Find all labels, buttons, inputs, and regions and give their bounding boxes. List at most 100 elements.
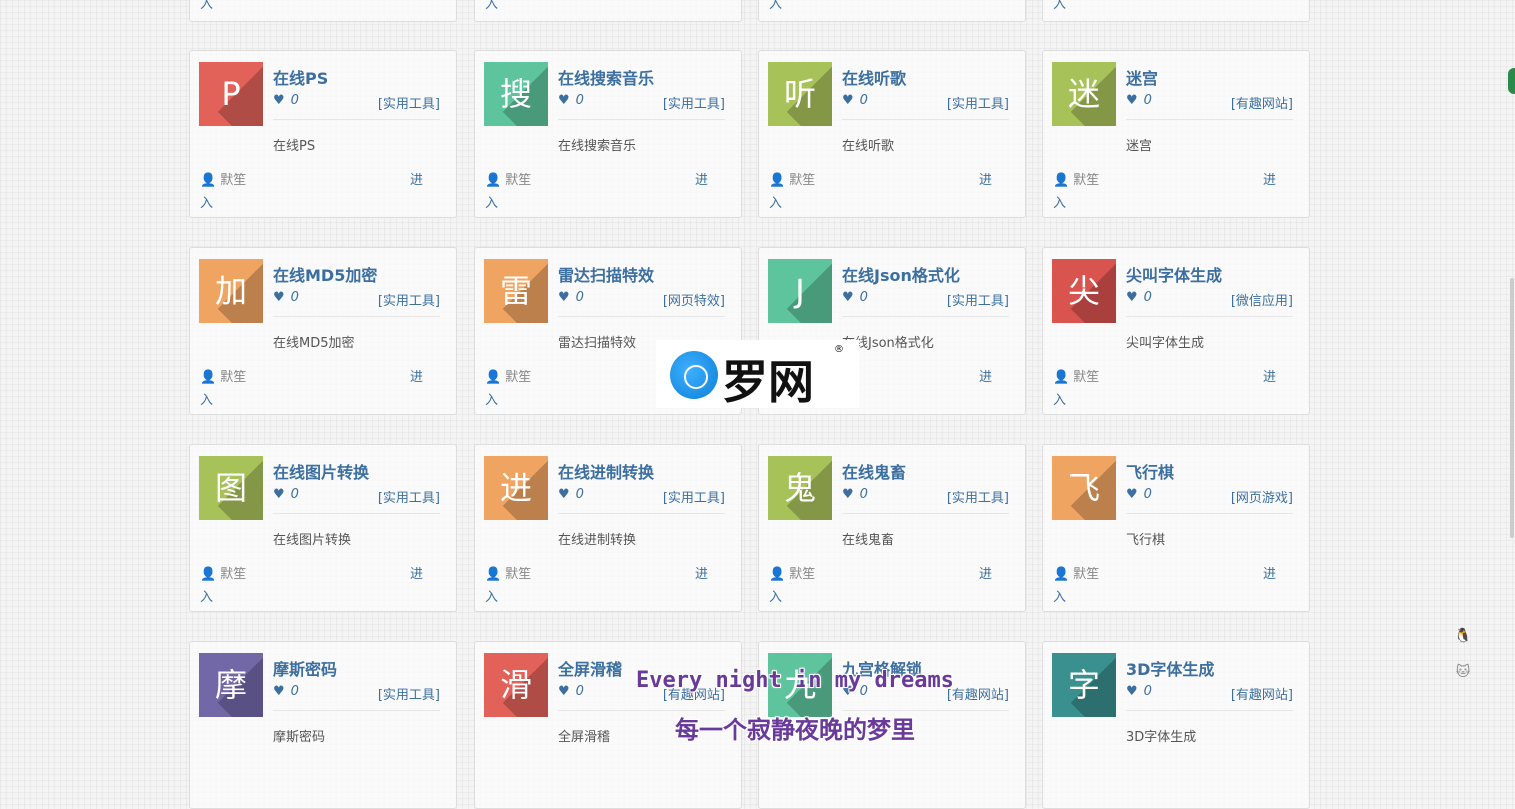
card-title[interactable]: 在线进制转换	[558, 459, 654, 483]
enter-link[interactable]: 进	[695, 169, 708, 188]
category-link[interactable]: [有趣网站]	[1231, 93, 1293, 112]
heart-icon: ♥	[842, 290, 854, 305]
thumbnail-letter: 九	[783, 666, 816, 704]
enter-link[interactable]: 入	[200, 0, 213, 12]
enter-link[interactable]: 入	[769, 0, 782, 12]
tool-card[interactable]: 尖尖叫字体生成 ♥ 0 [微信应用] 尖叫字体生成 👤 默笙进入	[1042, 247, 1310, 415]
card-thumbnail[interactable]: 尖	[1052, 259, 1116, 323]
tool-card[interactable]: 图在线图片转换 ♥ 0 [实用工具] 在线图片转换 👤 默笙进入	[189, 444, 457, 612]
category-link[interactable]: [实用工具]	[378, 290, 440, 309]
card-description: 雷达扫描特效	[558, 336, 637, 351]
enter-link[interactable]: 进	[410, 563, 423, 582]
enter-link[interactable]: 入	[1053, 586, 1066, 605]
likes-count[interactable]: ♥ 0	[558, 93, 584, 108]
enter-link[interactable]: 进	[1263, 169, 1276, 188]
tool-card-partial[interactable]: 入	[1042, 0, 1310, 22]
tool-card[interactable]: 迷迷宫 ♥ 0 [有趣网站] 迷宫 👤 默笙进入	[1042, 50, 1310, 218]
enter-link[interactable]: 入	[769, 586, 782, 605]
enter-link[interactable]: 进	[979, 169, 992, 188]
card-thumbnail[interactable]: 飞	[1052, 456, 1116, 520]
card-title[interactable]: 在线图片转换	[273, 459, 369, 483]
qq-icon[interactable]: 🐧	[1454, 628, 1472, 646]
enter-link[interactable]: 进	[979, 366, 992, 385]
card-thumbnail[interactable]: 迷	[1052, 62, 1116, 126]
card-title[interactable]: 在线鬼畜	[842, 459, 906, 483]
likes-count[interactable]: ♥ 0	[273, 93, 299, 108]
category-link[interactable]: [实用工具]	[947, 290, 1009, 309]
category-link[interactable]: [实用工具]	[947, 487, 1009, 506]
enter-link[interactable]: 进	[1263, 563, 1276, 582]
tool-card[interactable]: 搜在线搜索音乐 ♥ 0 [实用工具] 在线搜索音乐 👤 默笙进入	[474, 50, 742, 218]
card-title[interactable]: 迷宫	[1126, 65, 1158, 89]
card-thumbnail[interactable]: P	[199, 62, 263, 126]
tool-card[interactable]: 飞飞行棋 ♥ 0 [网页游戏] 飞行棋 👤 默笙进入	[1042, 444, 1310, 612]
category-link[interactable]: [实用工具]	[663, 93, 725, 112]
likes-count[interactable]: ♥ 0	[273, 487, 299, 502]
tool-card[interactable]: 加在线MD5加密 ♥ 0 [实用工具] 在线MD5加密 👤 默笙进入	[189, 247, 457, 415]
card-title[interactable]: 在线搜索音乐	[558, 65, 654, 89]
enter-link[interactable]: 入	[1053, 0, 1066, 12]
author-name: 默笙	[220, 567, 247, 582]
card-thumbnail[interactable]: 进	[484, 456, 548, 520]
card-title[interactable]: 在线Json格式化	[842, 262, 960, 286]
card-title[interactable]: 在线听歌	[842, 65, 906, 89]
card-thumbnail[interactable]: 图	[199, 456, 263, 520]
card-thumbnail[interactable]: 雷	[484, 259, 548, 323]
enter-link[interactable]: 入	[485, 192, 498, 211]
category-link[interactable]: [实用工具]	[378, 487, 440, 506]
enter-link[interactable]: 入	[485, 0, 498, 12]
card-thumbnail[interactable]: 听	[768, 62, 832, 126]
card-title[interactable]: 在线MD5加密	[273, 262, 377, 286]
github-icon[interactable]: 🐱	[1454, 664, 1472, 682]
enter-link[interactable]: 进	[695, 563, 708, 582]
likes-value: 0	[1143, 487, 1152, 502]
tool-card[interactable]: 听在线听歌 ♥ 0 [实用工具] 在线听歌 👤 默笙进入	[758, 50, 1026, 218]
likes-count[interactable]: ♥ 0	[842, 290, 868, 305]
category-link[interactable]: [微信应用]	[1231, 290, 1293, 309]
likes-count[interactable]: ♥ 0	[558, 487, 584, 502]
edge-badge[interactable]	[1508, 68, 1515, 94]
likes-count[interactable]: ♥ 0	[273, 290, 299, 305]
category-link[interactable]: [网页特效]	[663, 290, 725, 309]
tool-card-partial[interactable]: 入	[474, 0, 742, 22]
likes-count[interactable]: ♥ 0	[842, 93, 868, 108]
likes-count[interactable]: ♥ 0	[1126, 290, 1152, 305]
card-title[interactable]: 尖叫字体生成	[1126, 262, 1222, 286]
enter-link[interactable]: 入	[200, 389, 213, 408]
card-thumbnail[interactable]: 鬼	[768, 456, 832, 520]
enter-link[interactable]: 入	[200, 192, 213, 211]
likes-value: 0	[1143, 93, 1152, 108]
tool-card[interactable]: P 在线PS ♥ 0 [实用工具] 在线PS 👤 默笙进入	[189, 50, 457, 218]
enter-link[interactable]: 入	[485, 586, 498, 605]
tool-card-partial[interactable]: 入	[758, 0, 1026, 22]
tool-card[interactable]: 鬼在线鬼畜 ♥ 0 [实用工具] 在线鬼畜 👤 默笙进入	[758, 444, 1026, 612]
category-link[interactable]: [实用工具]	[947, 93, 1009, 112]
card-title[interactable]: 飞行棋	[1126, 459, 1174, 483]
enter-link[interactable]: 入	[1053, 389, 1066, 408]
card-title[interactable]: 雷达扫描特效	[558, 262, 654, 286]
enter-link[interactable]: 入	[1053, 192, 1066, 211]
tool-card[interactable]: 进在线进制转换 ♥ 0 [实用工具] 在线进制转换 👤 默笙进入	[474, 444, 742, 612]
enter-link[interactable]: 进	[979, 563, 992, 582]
card-thumbnail[interactable]: 加	[199, 259, 263, 323]
category-link[interactable]: [网页游戏]	[1231, 487, 1293, 506]
card-thumbnail[interactable]: J	[768, 259, 832, 323]
likes-count[interactable]: ♥ 0	[558, 290, 584, 305]
card-thumbnail[interactable]: 搜	[484, 62, 548, 126]
card-title[interactable]: 在线PS	[273, 65, 328, 89]
tool-card-partial[interactable]: 入	[189, 0, 457, 22]
likes-count[interactable]: ♥ 0	[1126, 93, 1152, 108]
enter-link[interactable]: 入	[485, 389, 498, 408]
category-link[interactable]: [实用工具]	[663, 487, 725, 506]
enter-link[interactable]: 入	[200, 586, 213, 605]
scrollbar[interactable]	[1510, 278, 1514, 538]
enter-link[interactable]: 进	[1263, 366, 1276, 385]
thumbnail-letter: 雷	[499, 272, 532, 310]
enter-link[interactable]: 入	[769, 192, 782, 211]
category-link[interactable]: [实用工具]	[378, 93, 440, 112]
enter-link[interactable]: 进	[410, 366, 423, 385]
likes-count[interactable]: ♥ 0	[1126, 487, 1152, 502]
likes-count[interactable]: ♥ 0	[842, 487, 868, 502]
author-name: 默笙	[1073, 567, 1100, 582]
enter-link[interactable]: 进	[410, 169, 423, 188]
